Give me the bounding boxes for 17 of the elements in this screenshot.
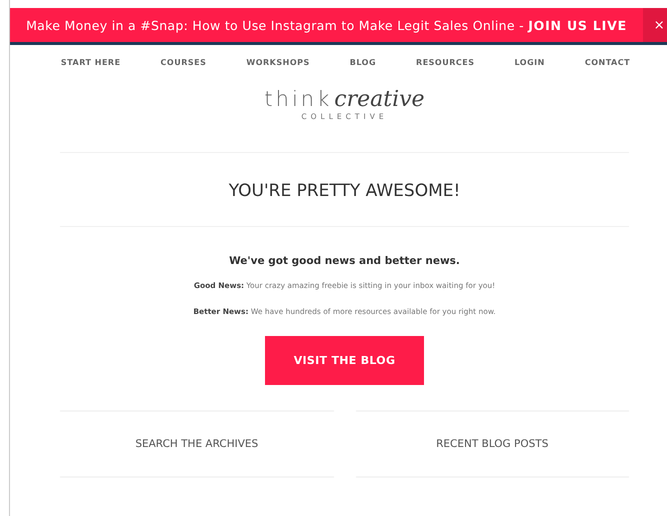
- nav-link[interactable]: LOGIN: [494, 58, 565, 67]
- widget-title: RECENT BLOG POSTS: [436, 438, 548, 450]
- page-heading: YOU'RE PRETTY AWESOME!: [60, 153, 629, 227]
- nav-link[interactable]: START HERE: [40, 58, 141, 67]
- join-link[interactable]: JOIN US LIVE: [528, 18, 627, 32]
- nav-link[interactable]: WORKSHOPS: [226, 58, 330, 67]
- visit-blog-button[interactable]: VISIT THE BLOG: [265, 336, 424, 385]
- logo-script-text: creative: [334, 87, 425, 112]
- nav-link[interactable]: RESOURCES: [396, 58, 494, 67]
- subheading: We've got good news and better news.: [228, 255, 461, 267]
- nav-link[interactable]: BLOG: [330, 58, 396, 67]
- close-button[interactable]: ×: [643, 8, 667, 42]
- widget-title: SEARCH THE ARCHIVES: [135, 438, 258, 450]
- logo-text: think: [264, 87, 332, 111]
- nav-link[interactable]: COURSES: [140, 58, 226, 67]
- nav-link[interactable]: CONTACT: [564, 58, 650, 67]
- promo-text: Make Money in a #Snap: How to Use Instagram to Make Legit Sales Online - JOIN US LIVE: [25, 18, 628, 32]
